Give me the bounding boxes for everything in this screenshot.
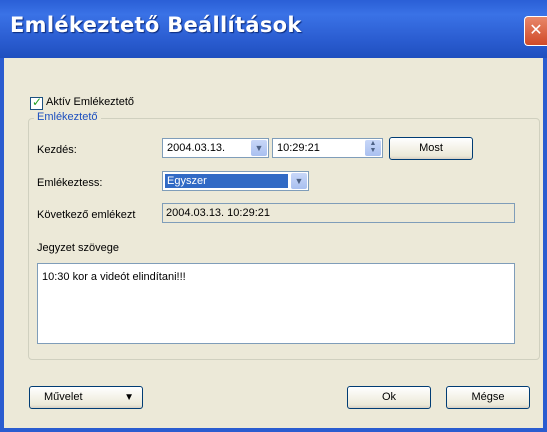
action-menu-button[interactable]: Művelet ▼ — [29, 386, 143, 409]
close-icon: ✕ — [529, 22, 543, 39]
window-border-bottom — [0, 428, 547, 432]
next-reminder-field: 2004.03.13. 10:29:21 — [162, 203, 515, 223]
start-time-value: 10:29:21 — [277, 142, 320, 154]
next-reminder-value: 2004.03.13. 10:29:21 — [166, 207, 270, 219]
remind-label: Emlékeztess: — [37, 177, 103, 189]
start-date-picker[interactable]: 2004.03.13. ▼ — [162, 138, 269, 158]
window-title: Emlékeztető Beállítások — [10, 13, 302, 37]
chevron-down-icon[interactable]: ▼ — [251, 140, 267, 156]
remind-frequency-value: Egyszer — [165, 174, 288, 188]
note-label: Jegyzet szövege — [37, 242, 119, 254]
dialog-window: Emlékeztető Beállítások ✕ ✓ Aktív Emléke… — [0, 0, 547, 432]
chevron-down-icon: ▼ — [124, 392, 134, 403]
start-date-value: 2004.03.13. — [167, 142, 226, 154]
close-button[interactable]: ✕ — [524, 16, 547, 46]
reminder-group-legend: Emlékeztető — [34, 111, 101, 123]
next-reminder-label: Következő emlékezt — [37, 209, 136, 221]
action-button-label: Művelet — [44, 391, 83, 403]
window-border-left — [0, 58, 4, 432]
checkmark-icon: ✓ — [32, 95, 43, 109]
remind-frequency-select[interactable]: Egyszer ▼ — [162, 171, 309, 191]
active-reminder-label: Aktív Emlékeztető — [46, 96, 135, 108]
start-label: Kezdés: — [37, 144, 77, 156]
spin-updown-icon[interactable]: ▲ ▼ — [365, 140, 381, 156]
active-reminder-checkbox[interactable]: ✓ — [30, 95, 43, 110]
now-button[interactable]: Most — [389, 137, 473, 160]
start-time-spinner[interactable]: 10:29:21 ▲ ▼ — [272, 138, 383, 158]
ok-button[interactable]: Ok — [347, 386, 431, 409]
note-textarea[interactable]: 10:30 kor a videót elindítani!!! — [37, 263, 515, 344]
title-bar[interactable]: Emlékeztető Beállítások ✕ — [0, 0, 547, 58]
note-text: 10:30 kor a videót elindítani!!! — [42, 271, 186, 283]
chevron-down-icon[interactable]: ▼ — [291, 173, 307, 189]
window-border-right — [543, 58, 547, 432]
cancel-button[interactable]: Mégse — [446, 386, 530, 409]
